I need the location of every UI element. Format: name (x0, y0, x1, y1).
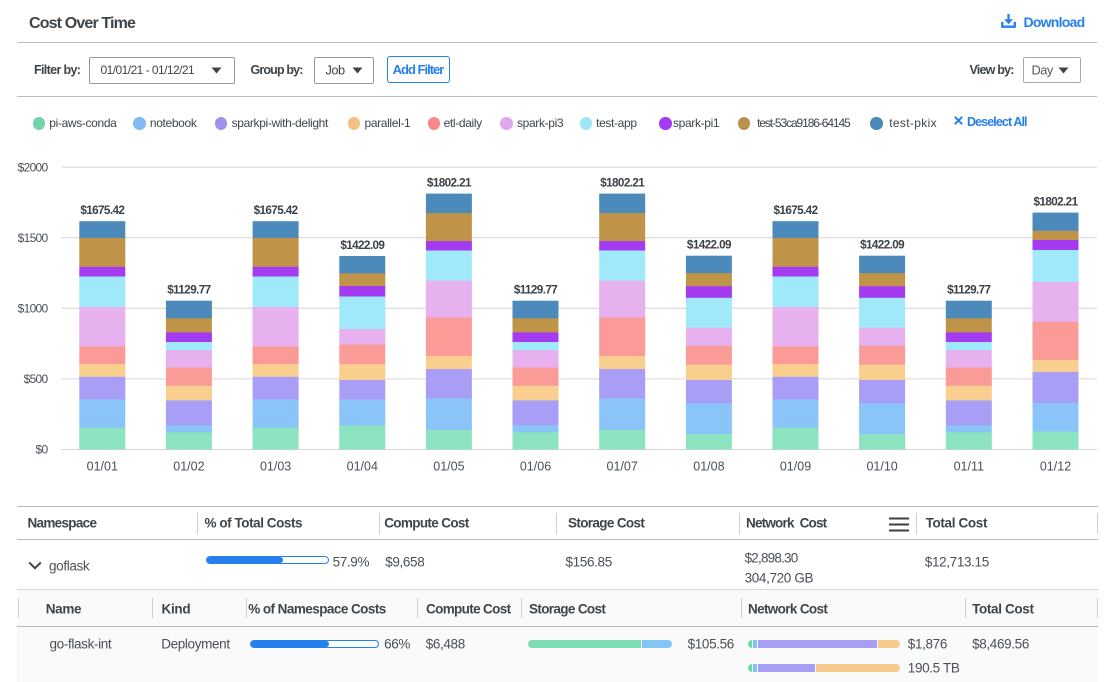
svg-text:$1802.21: $1802.21 (1034, 195, 1079, 208)
svg-text:01/04: 01/04 (347, 460, 378, 474)
svg-text:01/09: 01/09 (780, 460, 811, 474)
svg-text:01/10: 01/10 (866, 460, 897, 474)
svg-text:$1675.42: $1675.42 (774, 204, 819, 217)
svg-text:$1675.42: $1675.42 (254, 204, 299, 217)
svg-text:01/07: 01/07 (607, 460, 638, 474)
svg-text:01/02: 01/02 (173, 460, 204, 474)
svg-text:01/03: 01/03 (260, 460, 291, 474)
svg-text:$1000: $1000 (18, 302, 49, 316)
svg-text:$1422.09: $1422.09 (687, 239, 732, 252)
svg-text:01/11: 01/11 (954, 460, 984, 474)
svg-text:$1422.09: $1422.09 (340, 239, 385, 252)
svg-text:$1802.21: $1802.21 (427, 176, 472, 189)
svg-text:$0: $0 (36, 443, 49, 457)
svg-text:01/08: 01/08 (693, 460, 724, 474)
svg-text:$1129.77: $1129.77 (514, 284, 557, 297)
svg-text:$1675.42: $1675.42 (80, 204, 125, 217)
svg-text:$2000: $2000 (18, 160, 49, 174)
svg-text:01/01: 01/01 (87, 460, 118, 474)
svg-text:01/05: 01/05 (433, 460, 464, 474)
svg-text:$1129.77: $1129.77 (167, 284, 210, 297)
svg-text:$1500: $1500 (18, 231, 49, 245)
svg-text:01/06: 01/06 (520, 460, 551, 474)
svg-text:$1129.77: $1129.77 (947, 284, 990, 297)
svg-text:01/12: 01/12 (1040, 460, 1071, 474)
svg-text:$1802.21: $1802.21 (600, 176, 645, 189)
svg-text:$1422.09: $1422.09 (860, 239, 905, 252)
svg-text:$500: $500 (24, 372, 49, 386)
